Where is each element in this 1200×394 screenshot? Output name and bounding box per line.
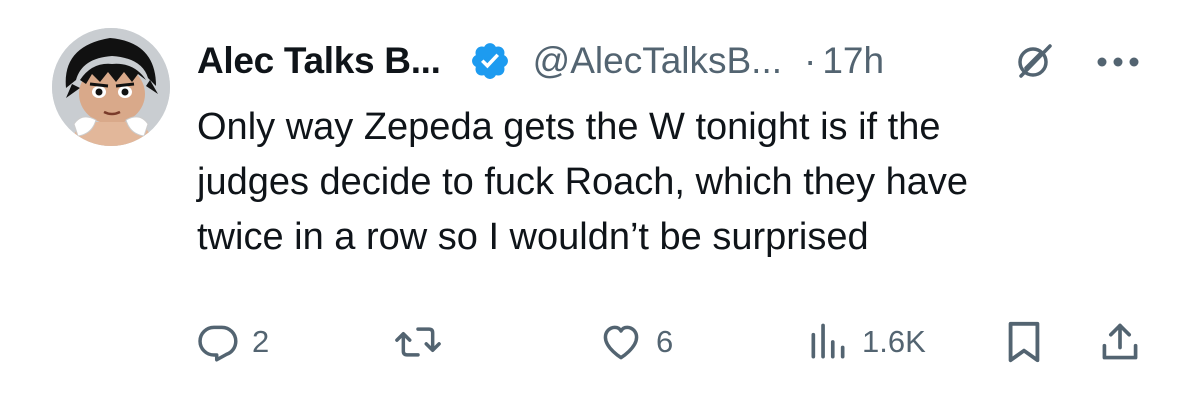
views-icon (811, 323, 845, 359)
heart-icon (603, 325, 639, 360)
like-count: 6 (656, 324, 674, 359)
bookmark-button[interactable] (1004, 312, 1044, 372)
separator-dot: · (804, 40, 817, 81)
grok-icon[interactable] (1014, 41, 1054, 81)
view-count: 1.6K (862, 324, 926, 359)
share-button[interactable] (1098, 312, 1142, 372)
reply-count: 2 (252, 324, 270, 359)
avatar[interactable] (52, 28, 170, 146)
repost-icon (395, 327, 441, 357)
action-bar: 2 6 1.6K (0, 312, 1200, 372)
timestamp[interactable]: 17h (822, 40, 884, 82)
tweet-text: Only way Zepeda gets the W tonight is if… (197, 100, 1157, 265)
tweet-text-line: judges decide to fuck Roach, which they … (197, 161, 969, 203)
reply-button[interactable]: 2 (196, 312, 269, 372)
tweet-header: Alec Talks B... @AlecTalksB... · 17h (197, 36, 884, 86)
like-button[interactable]: 6 (598, 312, 673, 372)
views-button[interactable]: 1.6K (806, 312, 926, 372)
display-name[interactable]: Alec Talks B... (197, 40, 441, 82)
verified-badge-icon[interactable] (469, 40, 511, 82)
repost-button[interactable] (394, 312, 454, 372)
reply-icon (198, 325, 238, 362)
share-icon (1102, 323, 1138, 360)
bookmark-icon (1008, 321, 1040, 363)
more-options-icon[interactable] (1094, 52, 1142, 72)
avatar-image (52, 28, 170, 146)
user-handle[interactable]: @AlecTalksB... (533, 40, 782, 82)
tweet-text-line: Only way Zepeda gets the W tonight is if… (197, 106, 941, 148)
tweet-text-line: twice in a row so I wouldn’t be surprise… (197, 216, 869, 258)
tweet: Alec Talks B... @AlecTalksB... · 17h Onl… (0, 0, 1200, 394)
